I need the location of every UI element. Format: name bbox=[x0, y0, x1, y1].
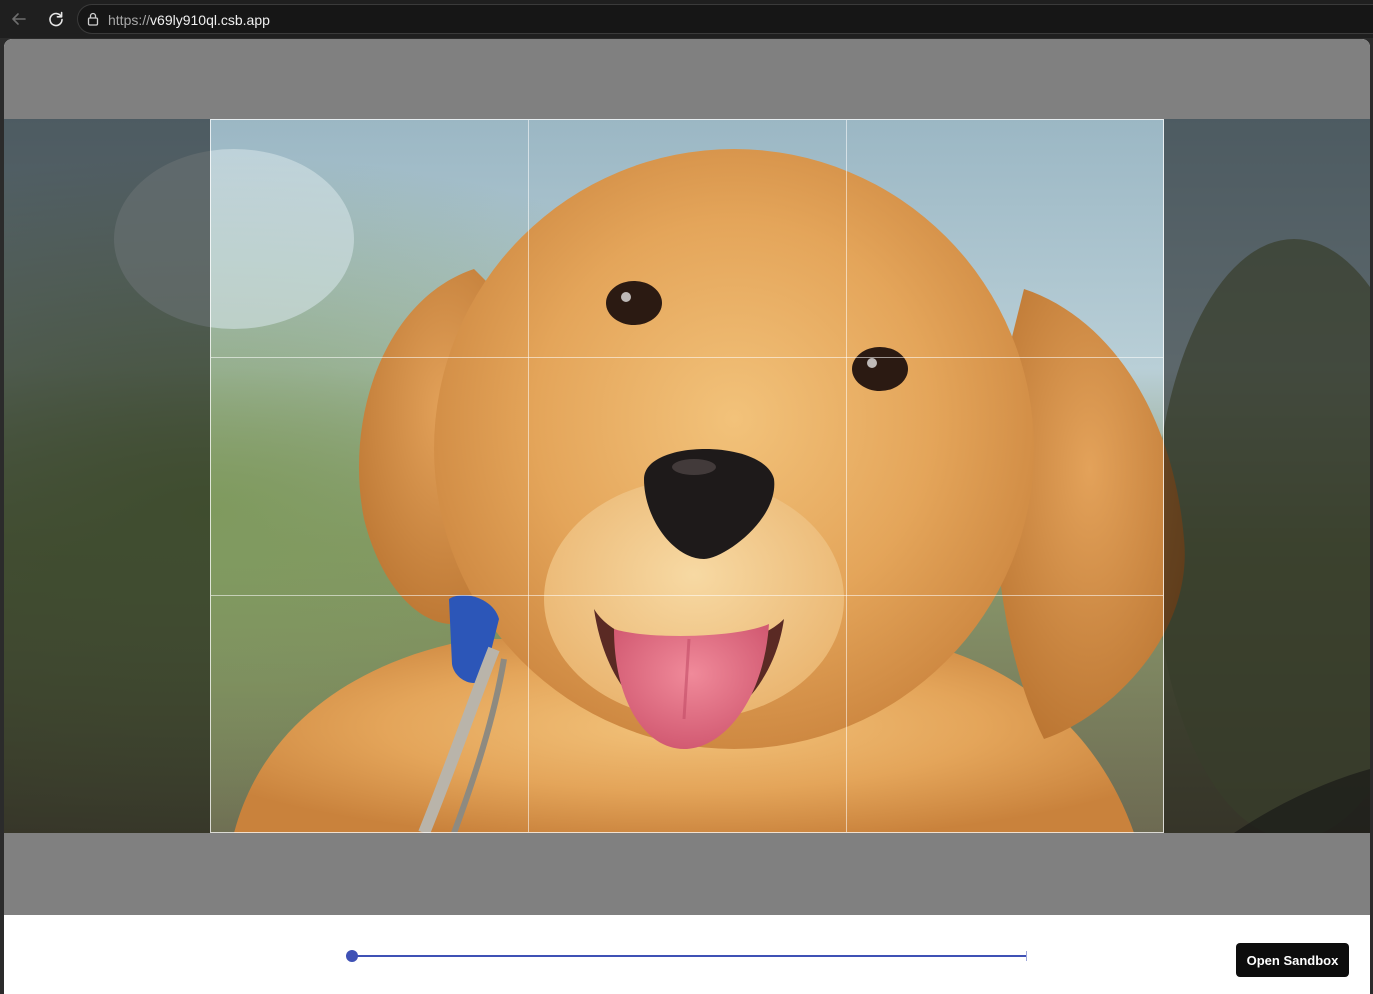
image-cropper[interactable] bbox=[4, 39, 1370, 915]
zoom-slider-end-mark bbox=[1026, 951, 1027, 961]
url-text: https://v69ly910ql.csb.app bbox=[108, 12, 270, 28]
crop-area[interactable] bbox=[210, 119, 1164, 833]
crop-mask-right bbox=[1164, 119, 1370, 833]
address-bar[interactable]: https://v69ly910ql.csb.app bbox=[77, 4, 1373, 34]
zoom-slider[interactable] bbox=[344, 945, 1028, 967]
zoom-slider-thumb[interactable] bbox=[346, 950, 358, 962]
crop-grid-line bbox=[211, 594, 1163, 596]
browser-toolbar: https://v69ly910ql.csb.app bbox=[0, 0, 1373, 38]
controls-bar: Open Sandbox bbox=[4, 915, 1370, 994]
crop-grid-line bbox=[211, 357, 1163, 359]
reload-icon[interactable] bbox=[46, 9, 66, 29]
url-scheme: https:// bbox=[108, 12, 151, 28]
lock-icon[interactable] bbox=[86, 12, 100, 26]
crop-mask-left bbox=[4, 119, 210, 833]
crop-grid-line bbox=[528, 120, 530, 832]
back-arrow-icon[interactable] bbox=[9, 9, 29, 29]
url-host: v69ly910ql.csb.app bbox=[150, 12, 270, 28]
crop-grid-line bbox=[845, 120, 847, 832]
zoom-slider-track[interactable] bbox=[352, 955, 1026, 957]
open-sandbox-button[interactable]: Open Sandbox bbox=[1236, 943, 1349, 977]
page-viewport: Open Sandbox bbox=[4, 39, 1370, 994]
